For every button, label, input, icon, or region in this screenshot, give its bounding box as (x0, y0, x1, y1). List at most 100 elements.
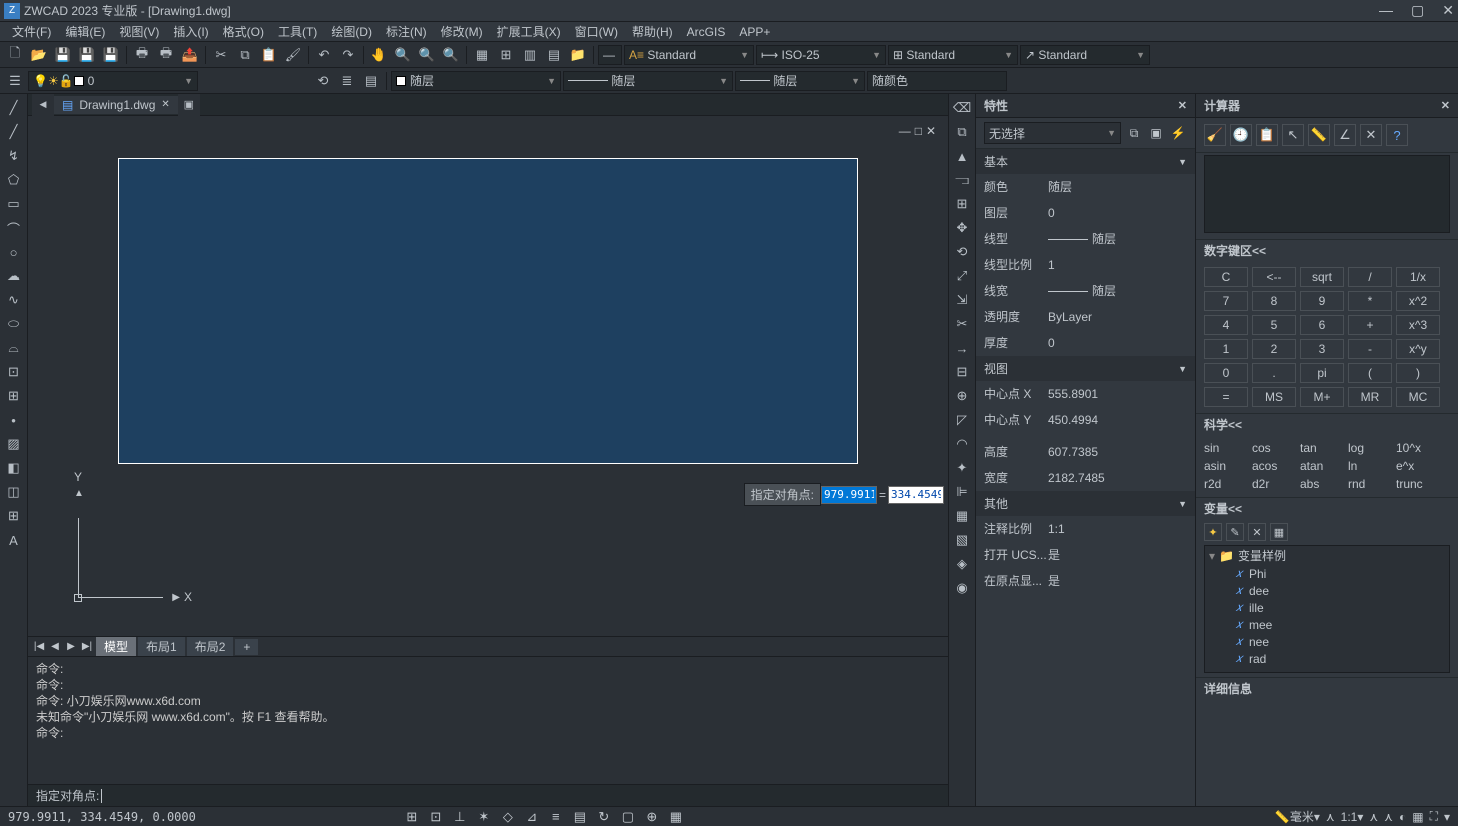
calc-key[interactable]: + (1348, 315, 1392, 335)
new-file-icon[interactable]: 🗋 (4, 44, 26, 66)
sheet-set-icon[interactable]: ▤ (543, 44, 565, 66)
anno-scale-icon[interactable]: ⊕ (642, 808, 662, 826)
mirror-icon[interactable]: ▲ (952, 146, 972, 166)
text-style-combo[interactable]: A≡ Standard▼ (624, 45, 754, 65)
variable-item[interactable]: 𝑥Phi (1205, 565, 1449, 582)
file-tab-prev-icon[interactable]: ◀ (32, 94, 54, 116)
table-icon[interactable]: ⊞ (4, 506, 24, 526)
menu-item[interactable]: 插入(I) (167, 23, 214, 40)
menu-item[interactable]: 扩展工具(X) (491, 23, 567, 40)
calc-key[interactable]: <-- (1252, 267, 1296, 287)
undo-icon[interactable]: ↶ (313, 44, 335, 66)
calc-key[interactable]: 2 (1252, 339, 1296, 359)
layout-first-icon[interactable]: |◀ (32, 641, 46, 652)
layer-manager-icon[interactable]: ☰ (4, 70, 26, 92)
ellipse-icon[interactable]: ⬭ (4, 314, 24, 334)
calc-key[interactable]: MC (1396, 387, 1440, 407)
var-new-icon[interactable]: ✦ (1204, 523, 1222, 541)
menu-item[interactable]: 编辑(E) (59, 23, 111, 40)
calculator-close-icon[interactable]: ✕ (1441, 99, 1450, 112)
polyline-icon[interactable]: ↯ (4, 146, 24, 166)
tool-palette-icon[interactable]: ▥ (519, 44, 541, 66)
calc-key[interactable]: 4 (1204, 315, 1248, 335)
close-icon[interactable]: ✕ (1442, 2, 1454, 19)
props-group-header[interactable]: 基本▼ (976, 149, 1195, 174)
file-tab-close-icon[interactable]: ✕ (161, 99, 169, 110)
saveall-icon[interactable]: 💾 (100, 44, 122, 66)
layout-tab-1[interactable]: 布局1 (138, 637, 185, 656)
file-tab-new-icon[interactable]: ▣ (178, 94, 200, 116)
erase-icon[interactable]: ⌫ (952, 98, 972, 118)
property-row[interactable]: 宽度2182.7485 (976, 465, 1195, 491)
calc-key[interactable]: tan (1300, 441, 1344, 455)
property-row[interactable]: 中心点 X555.8901 (976, 381, 1195, 407)
vars-section-header[interactable]: 变量<< (1196, 497, 1458, 519)
variable-item[interactable]: 𝑥nee (1205, 633, 1449, 650)
calc-key[interactable]: ) (1396, 363, 1440, 383)
calc-key[interactable]: M+ (1300, 387, 1344, 407)
make-block-icon[interactable]: ⊞ (4, 386, 24, 406)
revcloud-icon[interactable]: ☁ (4, 266, 24, 286)
calc-key[interactable]: 8 (1252, 291, 1296, 311)
draw-order-back-icon[interactable]: ▧ (952, 530, 972, 550)
calc-key[interactable]: acos (1252, 459, 1296, 473)
calc-intersect-icon[interactable]: ✕ (1360, 124, 1382, 146)
line-icon[interactable]: ╱ (4, 98, 24, 118)
calc-key[interactable]: log (1348, 441, 1392, 455)
gradient-icon[interactable]: ◧ (4, 458, 24, 478)
join-icon[interactable]: ⊕ (952, 386, 972, 406)
calc-getpoint-icon[interactable]: ↖ (1282, 124, 1304, 146)
draw-order-icon[interactable]: ▦ (952, 506, 972, 526)
select-similar-icon[interactable]: ◈ (952, 554, 972, 574)
menu-item[interactable]: 修改(M) (435, 23, 489, 40)
plot-style-combo[interactable]: 随颜色 (867, 71, 1007, 91)
hatch-icon[interactable]: ▨ (4, 434, 24, 454)
copy-icon[interactable]: ⧉ (234, 44, 256, 66)
linetype-combo[interactable]: 随层▼ (563, 71, 733, 91)
sci-section-header[interactable]: 科学<< (1196, 413, 1458, 435)
calc-key[interactable]: sqrt (1300, 267, 1344, 287)
ortho-icon[interactable]: ⊥ (450, 808, 470, 826)
viewport-close-icon[interactable]: ✕ (926, 124, 936, 138)
property-row[interactable]: 打开 UCS...是 (976, 542, 1195, 568)
open-file-icon[interactable]: 📂 (28, 44, 50, 66)
arc-icon[interactable]: ⌒ (4, 218, 24, 238)
calc-key[interactable]: 6 (1300, 315, 1344, 335)
calc-key[interactable]: cos (1252, 441, 1296, 455)
property-row[interactable]: 颜色随层 (976, 174, 1195, 200)
insert-block-icon[interactable]: ⊡ (4, 362, 24, 382)
calc-key[interactable]: x^2 (1396, 291, 1440, 311)
clean-screen-icon[interactable]: ⛶ (1430, 809, 1438, 824)
file-tab[interactable]: ▤ Drawing1.dwg ✕ (54, 96, 178, 114)
variable-item[interactable]: 𝑥rad (1205, 650, 1449, 667)
menu-item[interactable]: 标注(N) (380, 23, 433, 40)
menu-item[interactable]: ArcGIS (681, 25, 732, 39)
calc-key[interactable]: atan (1300, 459, 1344, 473)
anno-icon[interactable]: ⋏ (1326, 810, 1335, 824)
redo-icon[interactable]: ↷ (337, 44, 359, 66)
isolate-icon[interactable]: ◐ (1399, 810, 1406, 824)
point-icon[interactable]: • (4, 410, 24, 430)
anno-visibility-icon[interactable]: ⋏ (1369, 810, 1378, 824)
array-icon[interactable]: ⊞ (952, 194, 972, 214)
calc-key[interactable]: = (1204, 387, 1248, 407)
calc-key[interactable]: pi (1300, 363, 1344, 383)
color-combo[interactable]: 随层▼ (391, 71, 561, 91)
variable-item[interactable]: 𝑥dee (1205, 582, 1449, 599)
move-icon[interactable]: ✥ (952, 218, 972, 238)
layer-iso-icon[interactable]: ▤ (360, 70, 382, 92)
calc-key[interactable]: ( (1348, 363, 1392, 383)
variable-item[interactable]: 𝑥ille (1205, 599, 1449, 616)
menu-item[interactable]: 文件(F) (6, 23, 57, 40)
paste-icon[interactable]: 📋 (258, 44, 280, 66)
customize-icon[interactable]: ▾ (1444, 810, 1450, 824)
calc-history-icon[interactable]: 🕘 (1230, 124, 1252, 146)
props-group-header[interactable]: 其他▼ (976, 491, 1195, 516)
properties-close-icon[interactable]: ✕ (1178, 99, 1187, 112)
stretch-icon[interactable]: ⇲ (952, 290, 972, 310)
variable-item[interactable]: 𝑥mee (1205, 616, 1449, 633)
chamfer-icon[interactable]: ◸ (952, 410, 972, 430)
calc-key[interactable]: asin (1204, 459, 1248, 473)
property-row[interactable]: 在原点显...是 (976, 568, 1195, 594)
props-group-header[interactable]: 视图▼ (976, 356, 1195, 381)
